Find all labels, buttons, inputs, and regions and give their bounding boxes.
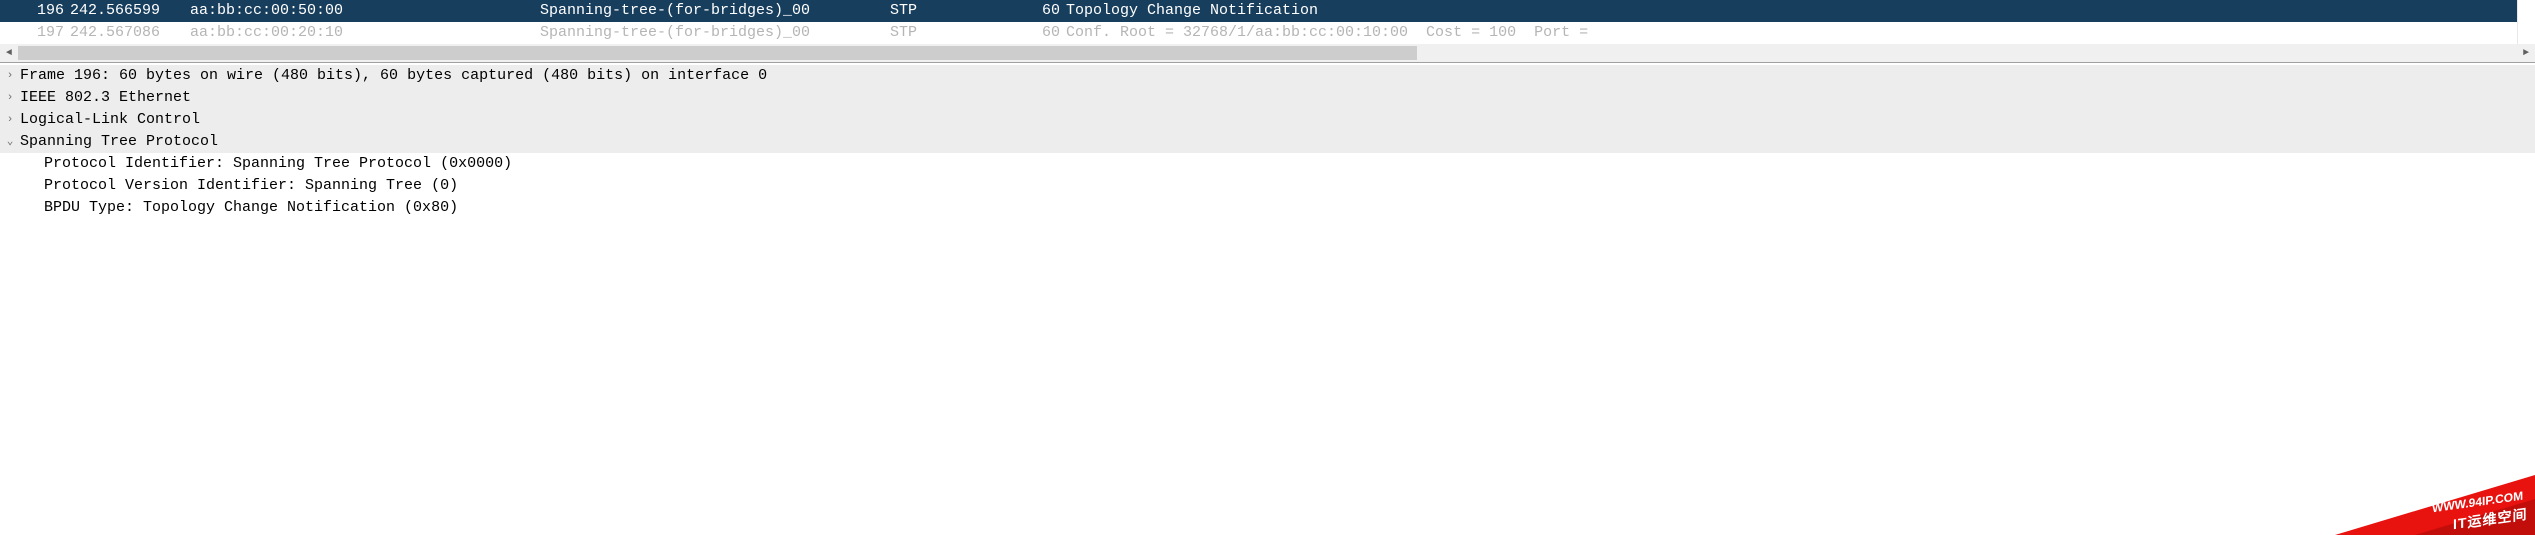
col-source: aa:bb:cc:00:50:00 (180, 0, 540, 22)
packet-row[interactable]: 197 242.567086 aa:bb:cc:00:20:10 Spannin… (0, 22, 2535, 44)
watermark-url: WWW.94IP.COM (2432, 489, 2523, 516)
col-time: 242.567086 (70, 22, 180, 44)
tree-item-stp[interactable]: ⌄ Spanning Tree Protocol (0, 131, 2535, 153)
col-source: aa:bb:cc:00:20:10 (180, 22, 540, 44)
tree-item-llc[interactable]: › Logical-Link Control (0, 109, 2535, 131)
col-protocol: STP (890, 0, 1020, 22)
col-protocol: STP (890, 22, 1020, 44)
tree-label: Logical-Link Control (20, 109, 200, 131)
packet-list-vertical-scrollbar[interactable] (2517, 0, 2535, 44)
tree-item-frame[interactable]: › Frame 196: 60 bytes on wire (480 bits)… (0, 65, 2535, 87)
col-destination: Spanning-tree-(for-bridges)_00 (540, 22, 890, 44)
col-info: Topology Change Notification (1060, 0, 2535, 22)
tree-label: BPDU Type: Topology Change Notification … (44, 197, 458, 219)
watermark-brand: IT运维空间 (2453, 504, 2527, 534)
scroll-left-arrow-icon[interactable]: ◄ (0, 44, 18, 62)
packet-row[interactable]: 196 242.566599 aa:bb:cc:00:50:00 Spannin… (0, 0, 2535, 22)
chevron-down-icon[interactable]: ⌄ (0, 131, 20, 153)
tree-label: Protocol Identifier: Spanning Tree Proto… (44, 153, 512, 175)
col-info: Conf. Root = 32768/1/aa:bb:cc:00:10:00 C… (1060, 22, 2535, 44)
tree-label: Frame 196: 60 bytes on wire (480 bits), … (20, 65, 767, 87)
chevron-right-icon[interactable]: › (0, 87, 20, 109)
watermark: WWW.94IP.COM IT运维空间 (2335, 475, 2535, 535)
tree-item-protocol-identifier[interactable]: Protocol Identifier: Spanning Tree Proto… (0, 153, 2535, 175)
packet-list-horizontal-scrollbar[interactable]: ◄ ► (0, 44, 2535, 62)
chevron-right-icon[interactable]: › (0, 109, 20, 131)
col-time: 242.566599 (70, 0, 180, 22)
tree-label: Protocol Version Identifier: Spanning Tr… (44, 175, 458, 197)
chevron-right-icon[interactable]: › (0, 65, 20, 87)
tree-label: Spanning Tree Protocol (20, 131, 218, 153)
scrollbar-track[interactable] (18, 44, 2517, 62)
scroll-right-arrow-icon[interactable]: ► (2517, 44, 2535, 62)
col-length: 60 (1020, 22, 1060, 44)
packet-details-pane[interactable]: › Frame 196: 60 bytes on wire (480 bits)… (0, 63, 2535, 219)
tree-item-ethernet[interactable]: › IEEE 802.3 Ethernet (0, 87, 2535, 109)
tree-item-bpdu-type[interactable]: BPDU Type: Topology Change Notification … (0, 197, 2535, 219)
packet-list-pane[interactable]: 196 242.566599 aa:bb:cc:00:50:00 Spannin… (0, 0, 2535, 63)
col-no: 196 (0, 0, 70, 22)
col-length: 60 (1020, 0, 1060, 22)
col-destination: Spanning-tree-(for-bridges)_00 (540, 0, 890, 22)
scrollbar-thumb[interactable] (18, 46, 1417, 60)
col-no: 197 (0, 22, 70, 44)
tree-label: IEEE 802.3 Ethernet (20, 87, 191, 109)
tree-item-protocol-version[interactable]: Protocol Version Identifier: Spanning Tr… (0, 175, 2535, 197)
